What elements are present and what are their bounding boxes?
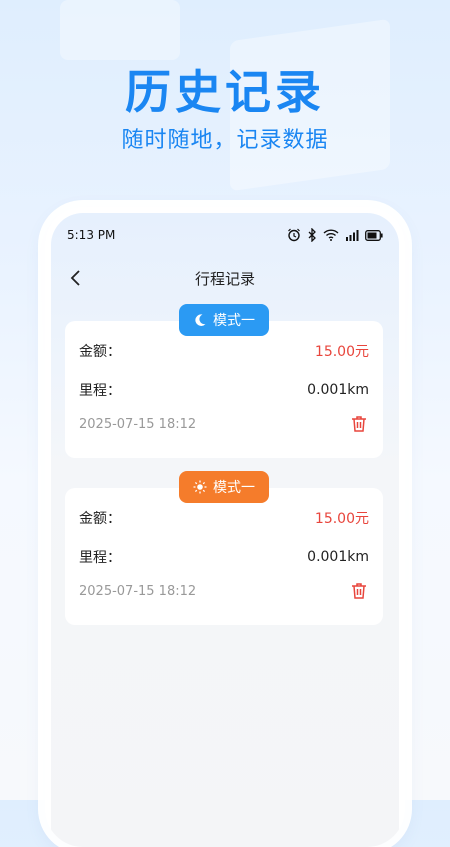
distance-label: 里程： xyxy=(79,550,121,566)
wifi-icon xyxy=(323,229,339,241)
distance-value: 0.001km xyxy=(307,549,369,565)
nav-bar: 行程记录 xyxy=(51,263,399,293)
mode-label: 模式一 xyxy=(213,480,255,496)
record-datetime: 2025-07-15 18:12 xyxy=(79,583,197,599)
mode-badge: 模式一 xyxy=(179,471,269,503)
distance-row: 里程： 0.001km xyxy=(79,547,369,567)
amount-row: 金额： 15.00元 xyxy=(79,341,369,361)
hero-subtitle: 随时随地，记录数据 xyxy=(121,128,329,153)
status-time: 5:13 PM xyxy=(67,228,116,242)
amount-label: 金额： xyxy=(79,511,121,527)
sun-icon xyxy=(193,480,207,494)
distance-value: 0.001km xyxy=(307,382,369,398)
battery-icon xyxy=(365,229,383,241)
amount-value: 15.00元 xyxy=(314,511,369,527)
amount-label: 金额： xyxy=(79,344,121,360)
mode-label: 模式一 xyxy=(213,313,255,329)
date-row: 2025-07-15 18:12 xyxy=(79,581,369,601)
page-title: 行程记录 xyxy=(194,270,255,288)
signal-icon xyxy=(346,230,359,241)
trash-icon[interactable] xyxy=(349,414,369,434)
amount-value: 15.00元 xyxy=(314,344,369,360)
alarm-icon xyxy=(288,228,300,242)
record-card: 金额： 15.00元 里程： 0.001km 2025-07-15 18:12 xyxy=(65,488,383,625)
hero-title: 历史记录 xyxy=(125,65,325,119)
distance-label: 里程： xyxy=(79,383,121,399)
trash-icon[interactable] xyxy=(349,581,369,601)
amount-row: 金额： 15.00元 xyxy=(79,508,369,528)
bluetooth-icon xyxy=(308,228,316,242)
date-row: 2025-07-15 18:12 xyxy=(79,414,369,434)
status-icons xyxy=(287,228,383,242)
phone-screen: 5:13 PM 行程记录 模式一 金额： 15.00元 里程： 0.001km … xyxy=(51,213,399,847)
record-datetime: 2025-07-15 18:12 xyxy=(79,416,197,432)
record-item: 模式一 金额： 15.00元 里程： 0.001km 2025-07-15 18… xyxy=(65,471,383,625)
mode-badge: 模式一 xyxy=(179,304,269,336)
background-shape xyxy=(60,0,180,60)
status-bar: 5:13 PM xyxy=(67,225,383,245)
record-card: 金额： 15.00元 里程： 0.001km 2025-07-15 18:12 xyxy=(65,321,383,458)
record-item: 模式一 金额： 15.00元 里程： 0.001km 2025-07-15 18… xyxy=(65,304,383,458)
phone-frame: 5:13 PM 行程记录 模式一 金额： 15.00元 里程： 0.001km … xyxy=(45,207,405,847)
distance-row: 里程： 0.001km xyxy=(79,380,369,400)
moon-icon xyxy=(195,314,206,326)
